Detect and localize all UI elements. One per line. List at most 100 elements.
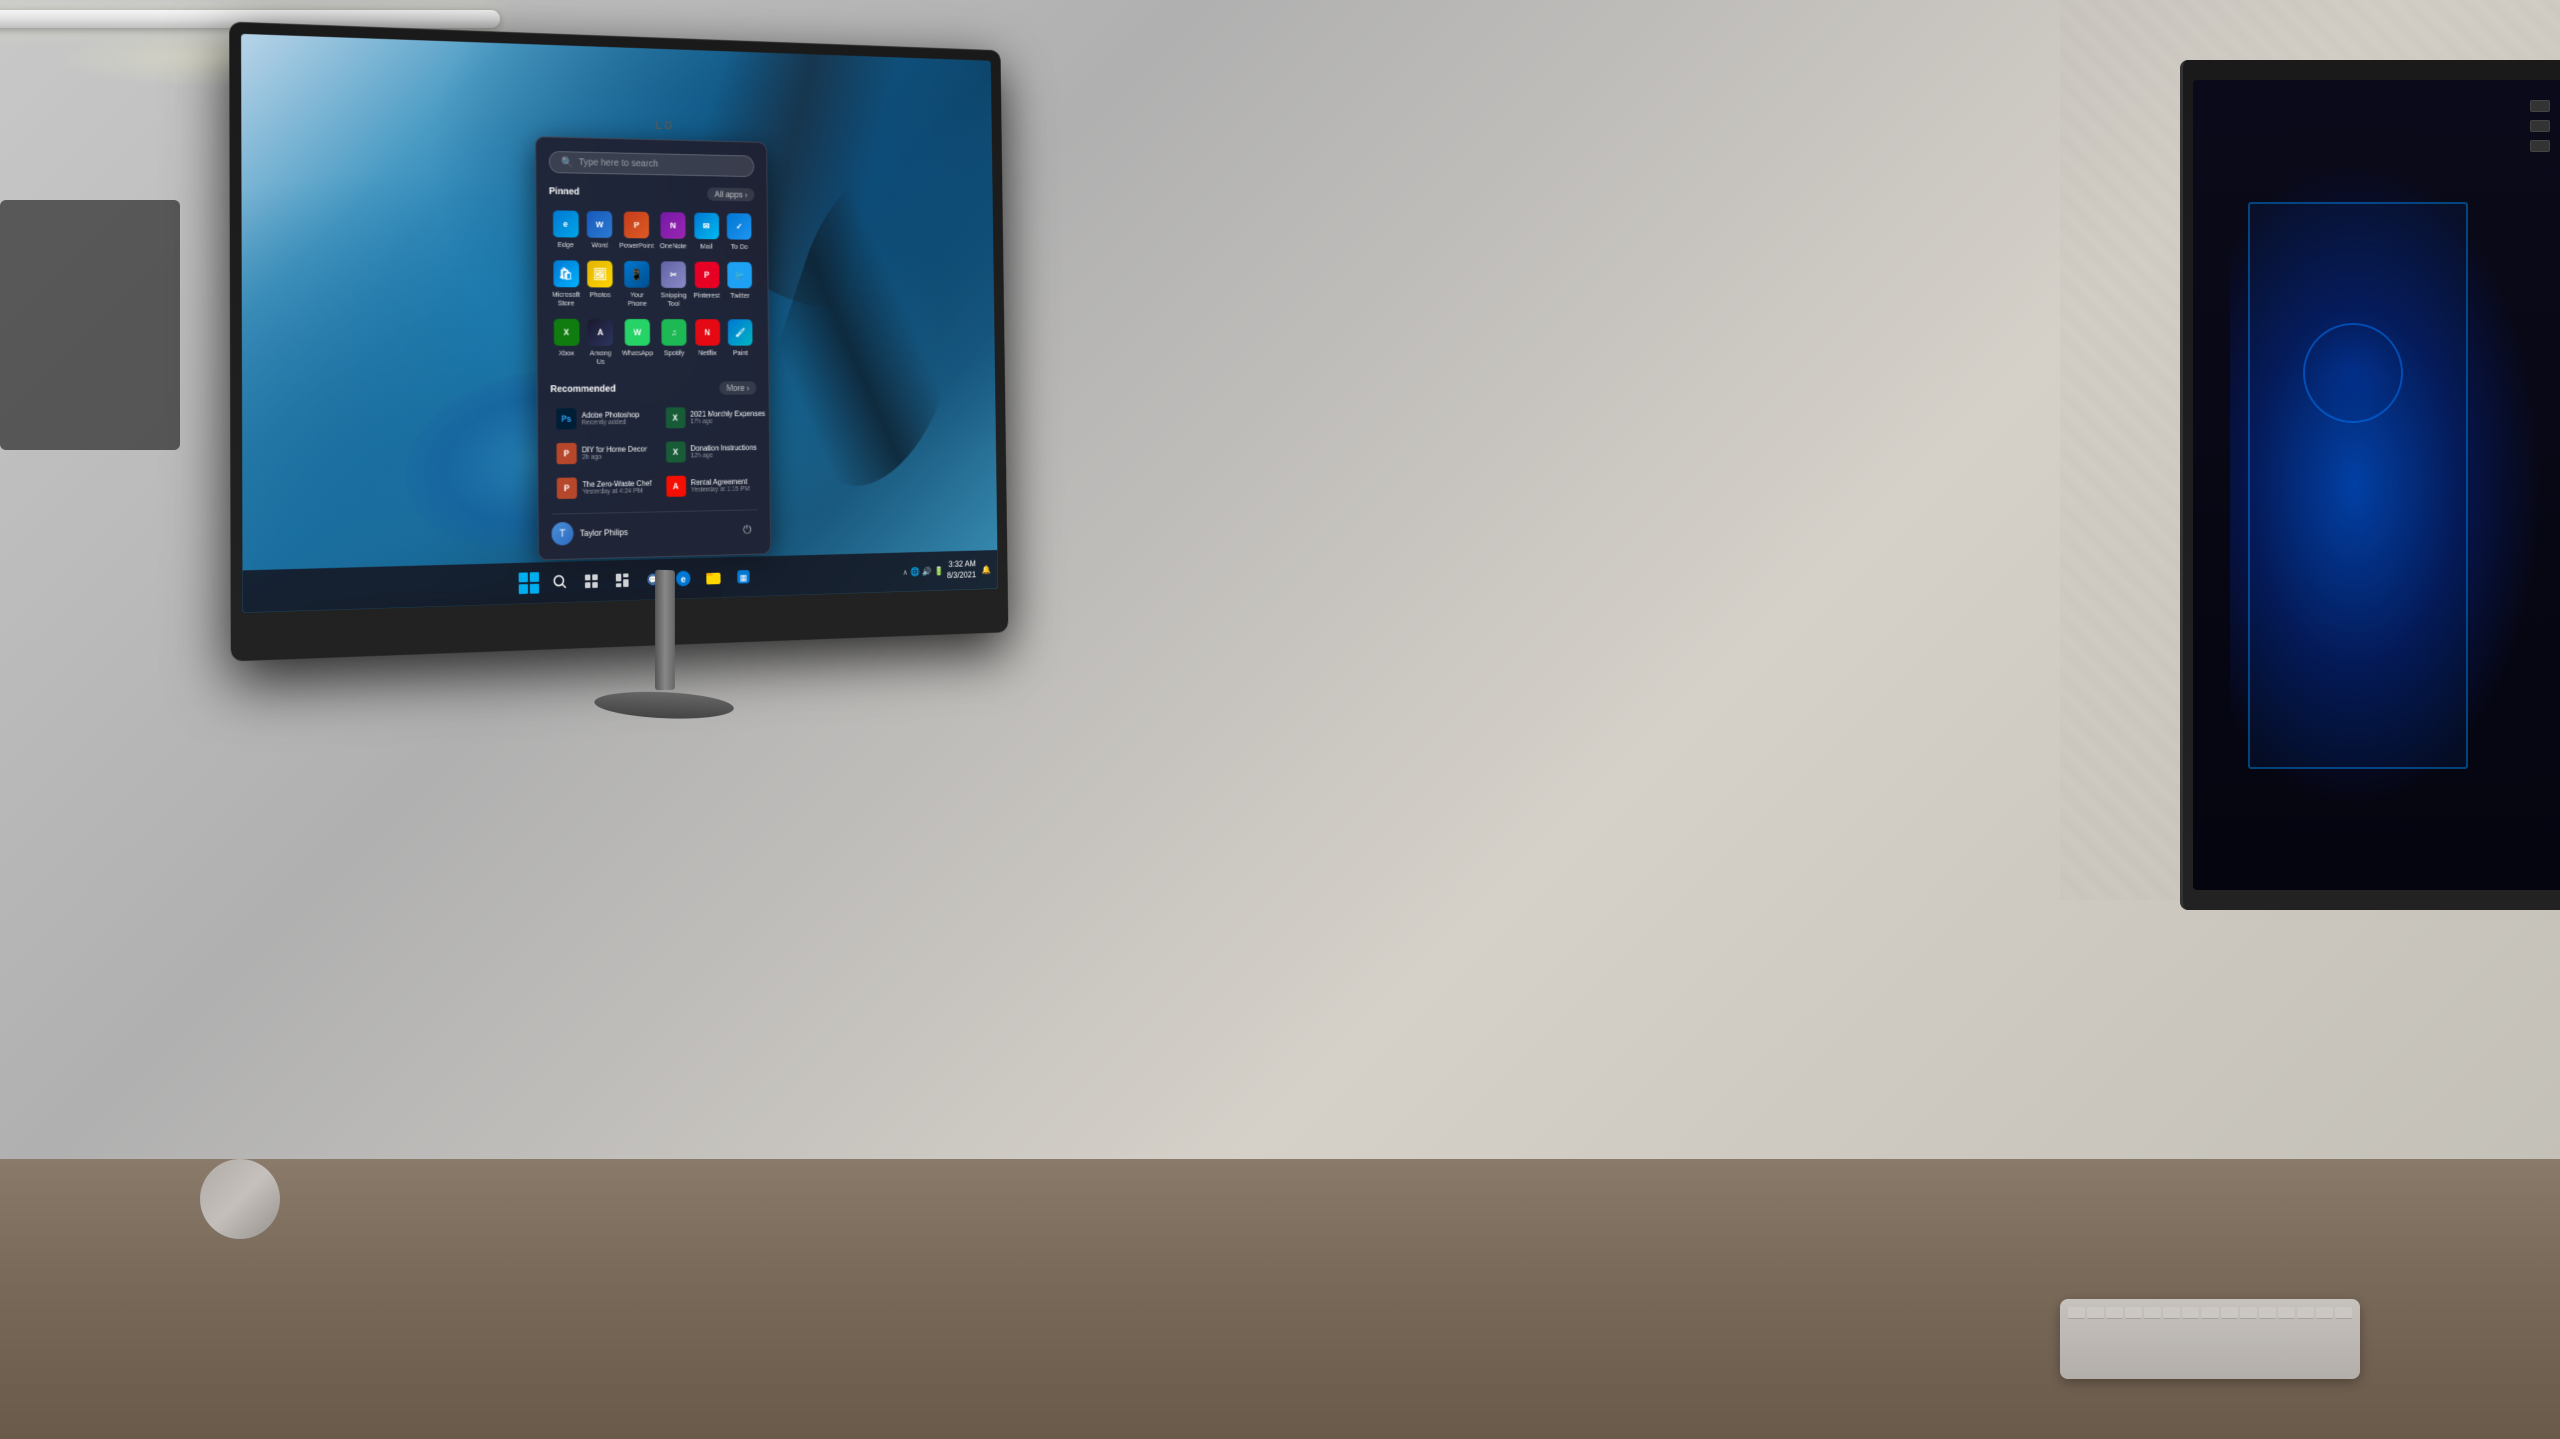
- start-button[interactable]: [516, 569, 542, 597]
- app-twitter[interactable]: 🐦 Twitter: [724, 257, 756, 313]
- taskbar-store-button[interactable]: ▦: [731, 563, 756, 590]
- date-text: 8/3/2021: [947, 570, 976, 582]
- rec-photoshop[interactable]: Ps Adobe Photoshop Recently added: [551, 403, 657, 435]
- main-monitor: 🔍 Type here to search Pinned All apps › …: [230, 20, 1100, 780]
- win-logo-q4: [530, 584, 539, 594]
- key-4[interactable]: [2125, 1307, 2142, 1319]
- key-13[interactable]: [2297, 1307, 2314, 1319]
- monitor-bezel: 🔍 Type here to search Pinned All apps › …: [229, 22, 1008, 662]
- key-14[interactable]: [2316, 1307, 2333, 1319]
- key-12[interactable]: [2278, 1307, 2295, 1319]
- power-button[interactable]: ⏻: [737, 518, 758, 541]
- app-xbox[interactable]: X Xbox: [550, 314, 583, 371]
- pc-audio-port[interactable]: [2530, 140, 2550, 152]
- clock[interactable]: 3:32 AM 8/3/2021: [947, 559, 976, 581]
- store-taskbar-icon: ▦: [735, 568, 751, 586]
- app-todo[interactable]: ✓ To Do: [723, 208, 755, 255]
- rec-donation[interactable]: X Donation Instructions 12h ago: [660, 436, 771, 468]
- app-photos[interactable]: 🖼 Photos: [584, 256, 617, 313]
- app-mail[interactable]: ✉ Mail: [690, 208, 722, 255]
- key-10[interactable]: [2240, 1307, 2257, 1319]
- rental-icon: A: [666, 476, 686, 497]
- pinned-apps-grid: e Edge W Word P PowerPoint N: [549, 206, 756, 371]
- amongus-icon: A: [588, 319, 614, 346]
- key-15[interactable]: [2335, 1307, 2352, 1319]
- edge-taskbar-icon: e: [675, 570, 691, 588]
- pc-rgb-strip: [2248, 202, 2468, 769]
- key-9[interactable]: [2221, 1307, 2238, 1319]
- snipping-label: Snipping Tool: [660, 291, 688, 308]
- whatsapp-label: WhatsApp: [622, 349, 653, 358]
- monitor-stand-base: [593, 689, 735, 721]
- taskbar-explorer-button[interactable]: [701, 564, 726, 591]
- pinned-label: Pinned: [549, 186, 579, 197]
- app-powerpoint[interactable]: P PowerPoint: [617, 207, 655, 255]
- pc-cooling-fan: [2303, 323, 2403, 423]
- key-6[interactable]: [2163, 1307, 2180, 1319]
- app-yourphone[interactable]: 📱 Your Phone: [618, 256, 656, 312]
- pc-usb-port-1[interactable]: [2530, 100, 2550, 112]
- network-icon[interactable]: 🌐: [910, 566, 920, 576]
- diy-name: DIY for Home Decor: [582, 445, 651, 455]
- more-button[interactable]: More ›: [719, 381, 756, 394]
- chevron-up-icon[interactable]: ∧: [903, 568, 908, 576]
- user-profile[interactable]: T Taylor Philips: [551, 521, 628, 546]
- widgets-button[interactable]: [609, 567, 635, 595]
- win-logo-q2: [530, 572, 539, 582]
- powerpoint-icon: P: [624, 212, 649, 239]
- donation-icon: X: [665, 441, 685, 462]
- system-tray: ∧ 🌐 🔊 🔋 3:32 AM 8/3/2021 🔔: [903, 559, 991, 583]
- rec-expenses[interactable]: X 2021 Monthly Expenses 17h ago: [660, 402, 771, 433]
- app-amongus[interactable]: A Among Us: [584, 314, 617, 371]
- app-spotify[interactable]: ♫ Spotify: [658, 314, 690, 370]
- onenote-icon: N: [660, 212, 685, 239]
- search-bar[interactable]: 🔍 Type here to search: [549, 151, 754, 177]
- win-logo-q1: [519, 572, 528, 582]
- key-7[interactable]: [2182, 1307, 2199, 1319]
- app-word[interactable]: W Word: [583, 206, 616, 254]
- app-paint[interactable]: 🖌 Paint: [724, 315, 756, 371]
- mail-icon: ✉: [694, 213, 719, 240]
- app-netflix[interactable]: N Netflix: [691, 314, 723, 370]
- whatsapp-icon: W: [625, 319, 650, 346]
- search-icon: [553, 574, 568, 590]
- rec-chef[interactable]: P The Zero-Waste Chef Yesterday at 4:24 …: [551, 471, 657, 504]
- rec-rental[interactable]: A Rental Agreement Yesterday at 1:15 PM: [660, 469, 771, 501]
- notification-icon[interactable]: 🔔: [982, 564, 991, 574]
- search-icon: 🔍: [561, 156, 574, 169]
- key-8[interactable]: [2201, 1307, 2218, 1319]
- key-3[interactable]: [2106, 1307, 2123, 1319]
- pinterest-label: Pinterest: [694, 291, 720, 300]
- taskbar-search-button[interactable]: [547, 568, 573, 596]
- key-2[interactable]: [2087, 1307, 2104, 1319]
- app-edge[interactable]: e Edge: [549, 206, 582, 254]
- keyboard-key-area: [2060, 1299, 2360, 1327]
- rec-diy[interactable]: P DIY for Home Decor 2h ago: [551, 437, 657, 469]
- user-avatar: T: [551, 522, 573, 546]
- key-5[interactable]: [2144, 1307, 2161, 1319]
- explorer-taskbar-icon: [705, 569, 721, 587]
- edge-icon: e: [553, 210, 579, 237]
- app-whatsapp[interactable]: W WhatsApp: [618, 314, 657, 370]
- all-apps-button[interactable]: All apps ›: [707, 187, 754, 201]
- app-onenote[interactable]: N OneNote: [657, 207, 689, 255]
- app-snipping[interactable]: ✂ Snipping Tool: [657, 257, 689, 313]
- todo-label: To Do: [731, 242, 748, 251]
- twitter-icon: 🐦: [727, 262, 752, 288]
- svg-text:▦: ▦: [740, 573, 748, 583]
- volume-icon[interactable]: 🔊: [922, 566, 932, 576]
- expenses-icon: X: [665, 407, 685, 428]
- taskview-button[interactable]: [578, 567, 604, 595]
- lg-logo: LG: [655, 120, 674, 132]
- recommended-label: Recommended: [550, 383, 615, 394]
- widgets-icon: [615, 572, 630, 588]
- cd-disc: [200, 1159, 280, 1239]
- expenses-time: 17h ago: [690, 418, 765, 425]
- pc-usb-port-2[interactable]: [2530, 120, 2550, 132]
- app-pinterest[interactable]: P Pinterest: [691, 257, 723, 313]
- key-1[interactable]: [2068, 1307, 2085, 1319]
- keyboard[interactable]: [2060, 1299, 2360, 1379]
- app-msstore[interactable]: 🛍 Microsoft Store: [549, 255, 582, 312]
- key-11[interactable]: [2259, 1307, 2276, 1319]
- expenses-info: 2021 Monthly Expenses 17h ago: [690, 409, 765, 425]
